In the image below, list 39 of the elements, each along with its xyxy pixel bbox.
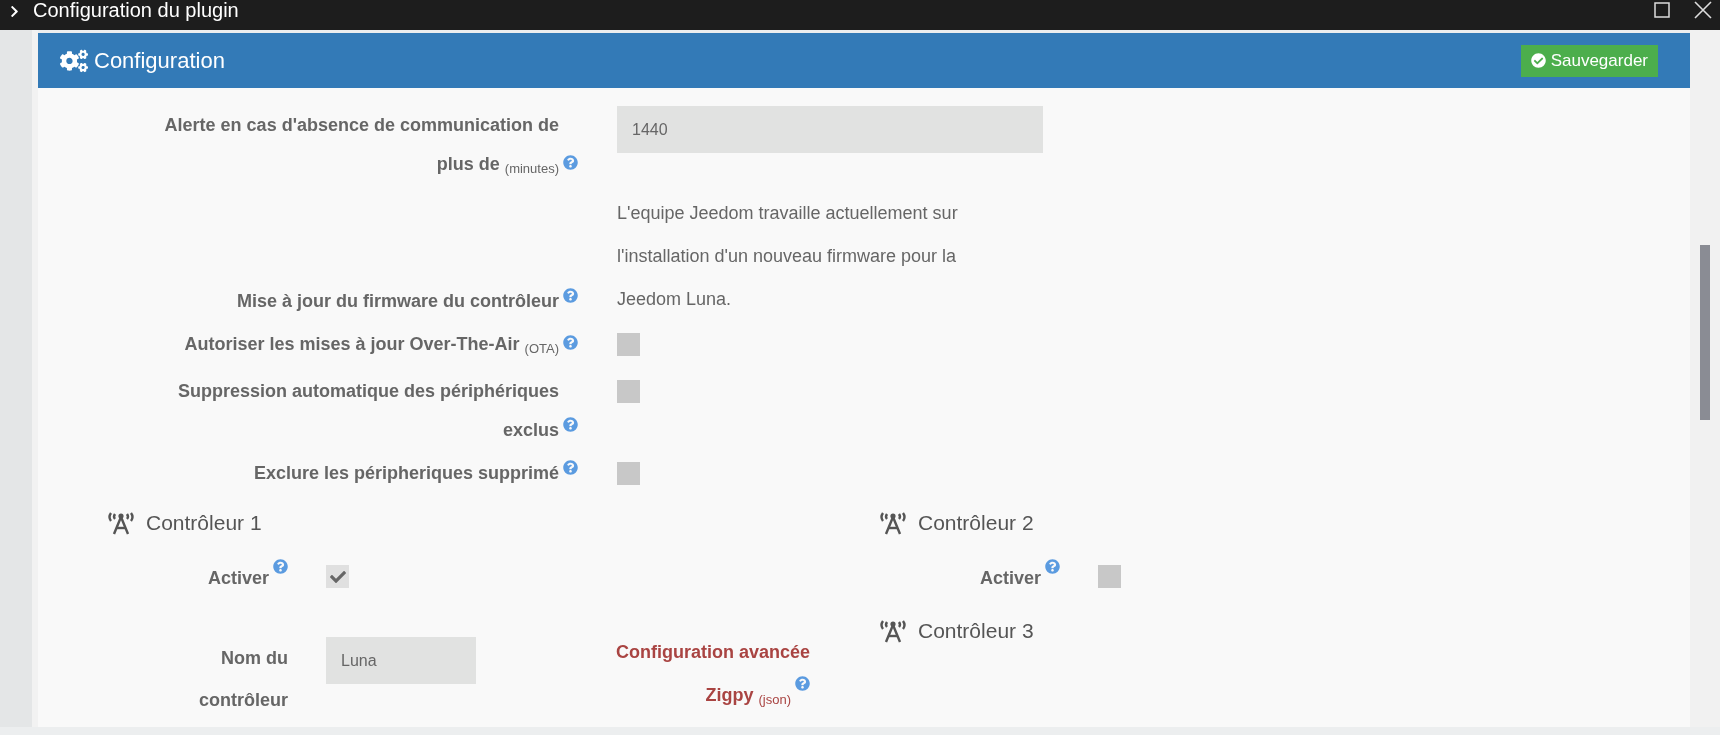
- controller-title: Contrôleur 1: [146, 511, 262, 535]
- save-button[interactable]: Sauvegarder: [1520, 44, 1658, 77]
- info-text: L'equipe Jeedom travaille actuellement sur l'installation d'un nouveau firmware pour la Jeedom Luna.: [617, 202, 959, 311]
- field-label: Activer: [207, 568, 269, 588]
- checkbox[interactable]: [326, 565, 349, 588]
- field-label: Activer: [979, 568, 1041, 588]
- field-label: Autoriser les mises à jour Over-The-Air $_{(OTA)}$: [184, 333, 559, 358]
- help-icon[interactable]: [563, 417, 578, 432]
- close-icon[interactable]: [1694, 1, 1712, 19]
- input-field[interactable]: 1440: [617, 106, 1043, 153]
- help-icon[interactable]: [563, 335, 578, 350]
- help-icon[interactable]: [563, 155, 578, 170]
- help-icon[interactable]: [795, 676, 810, 691]
- checkbox[interactable]: [617, 333, 640, 356]
- help-icon[interactable]: [1045, 559, 1060, 574]
- checkbox[interactable]: [1098, 565, 1121, 588]
- antenna-icon: [878, 619, 908, 643]
- maximize-icon[interactable]: [1654, 2, 1670, 18]
- help-icon[interactable]: [563, 460, 578, 475]
- window-title: Configuration du plugin: [33, 0, 240, 22]
- field-label: Suppression automatique des périphériques exclus: [176, 380, 559, 442]
- advanced-config-link[interactable]: Configuration avancée Zigpy $_{(json)}$: [580, 631, 810, 721]
- controller-title: Contrôleur 3: [918, 619, 1034, 643]
- field-label: Exclure les péripheriques supprimé: [253, 462, 559, 485]
- checkbox[interactable]: [617, 380, 640, 403]
- panel-title: Configuration: [94, 47, 226, 74]
- check-icon: [329, 568, 346, 585]
- help-icon[interactable]: [563, 288, 578, 303]
- chevron-icon[interactable]: [8, 4, 21, 18]
- help-icon[interactable]: [273, 559, 288, 574]
- antenna-icon: [106, 511, 136, 535]
- field-label: Nom du contrôleur: [199, 648, 288, 710]
- input-field[interactable]: Luna: [326, 637, 476, 684]
- checkbox[interactable]: [617, 462, 640, 485]
- scrollbar[interactable]: [1700, 245, 1710, 420]
- antenna-icon: [878, 511, 908, 535]
- controller-title: Contrôleur 2: [918, 511, 1034, 535]
- field-label: Alerte en cas d'absence de communication de plus de $_{(minutes)}$: [163, 114, 559, 178]
- field-label: Mise à jour du firmware du contrôleur: [236, 290, 559, 313]
